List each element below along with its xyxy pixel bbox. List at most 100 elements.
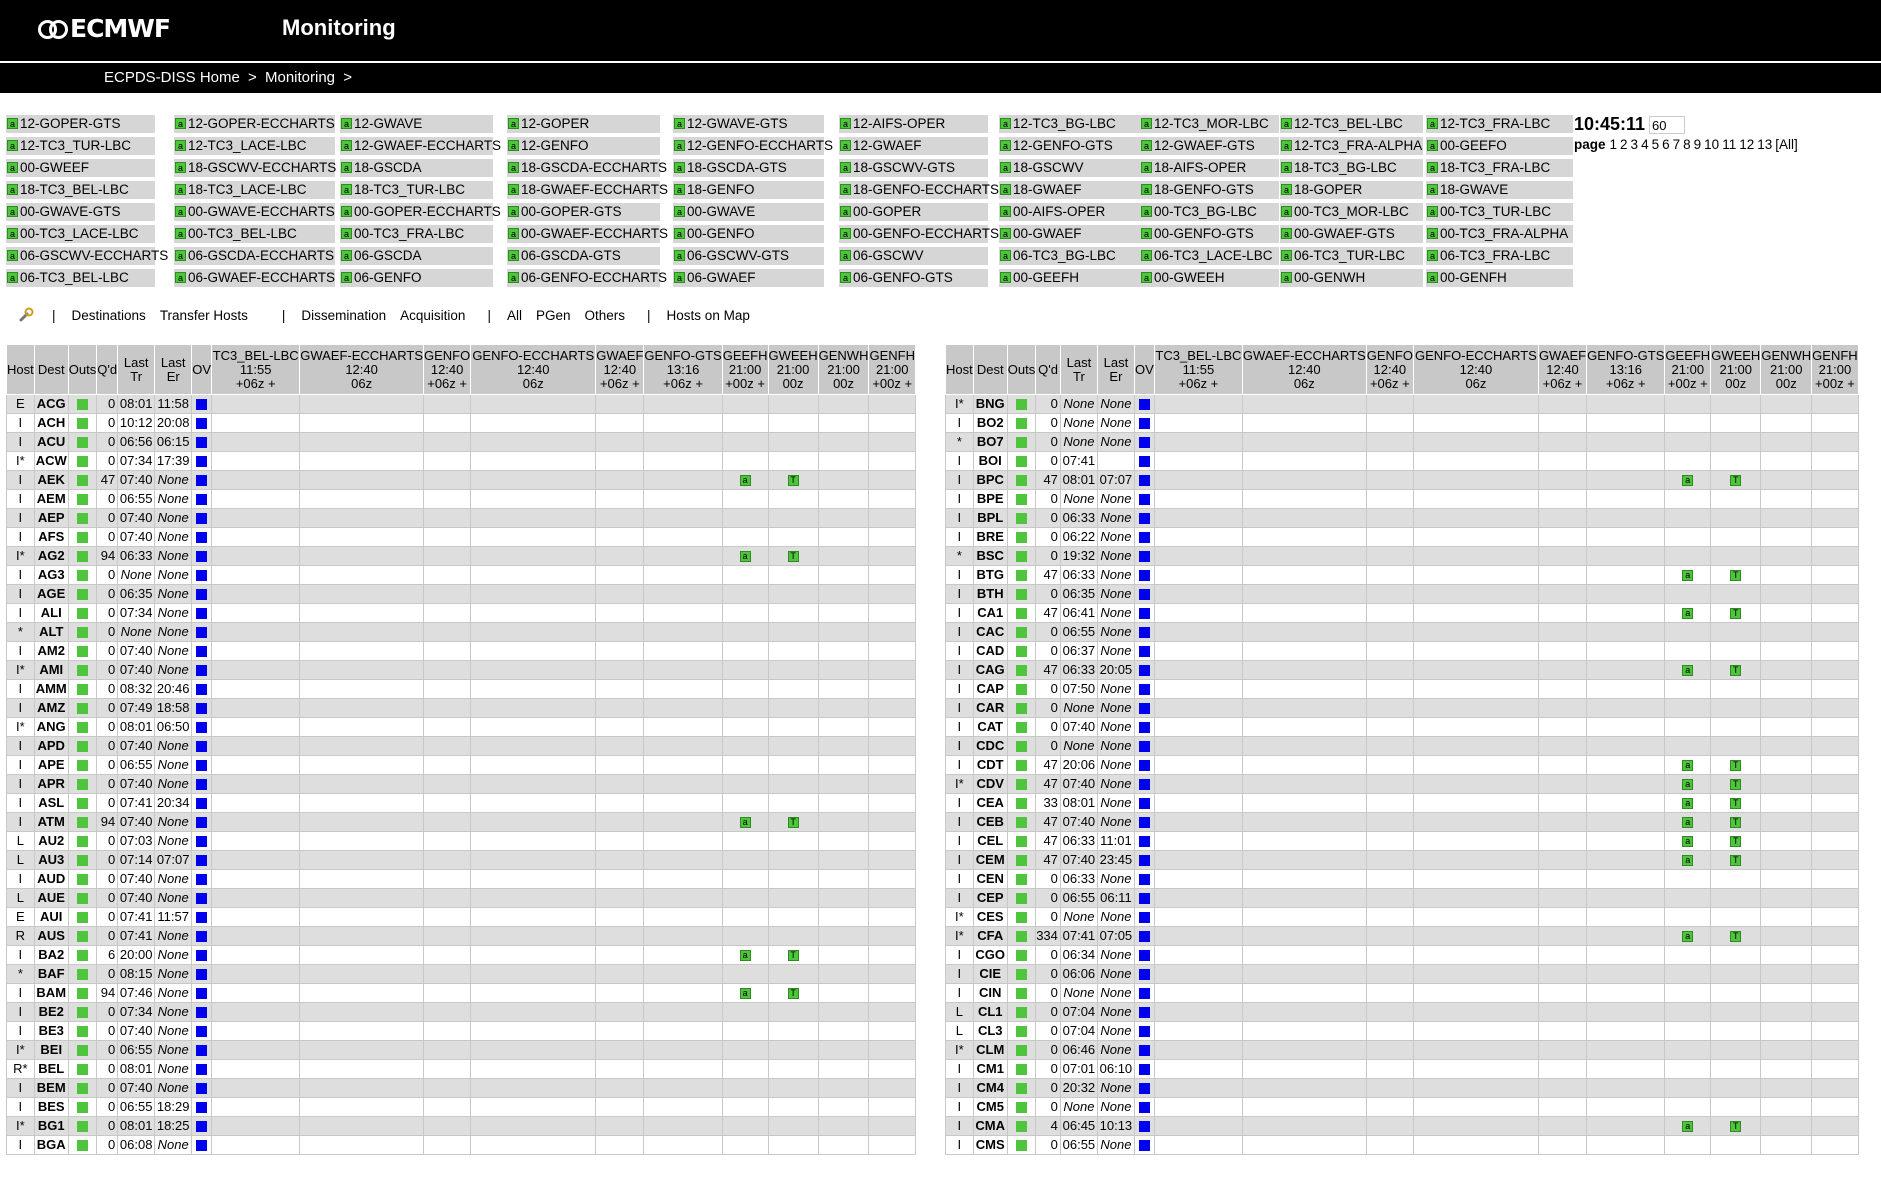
product-status-cell[interactable] xyxy=(595,584,645,604)
product-status-cell[interactable] xyxy=(1365,812,1414,832)
product-status-cell[interactable] xyxy=(1586,584,1666,604)
product-status-cell[interactable]: T xyxy=(767,470,819,490)
product-item[interactable]: a 00-TC3_LACE-LBC xyxy=(6,225,155,243)
product-status-cell[interactable] xyxy=(1586,432,1666,452)
page-link[interactable]: 9 xyxy=(1694,137,1702,152)
product-status-cell[interactable] xyxy=(422,508,472,528)
ov-status[interactable] xyxy=(191,755,213,775)
product-status-cell[interactable] xyxy=(1365,1059,1414,1079)
product-status-cell[interactable] xyxy=(470,1059,597,1079)
product-status-cell[interactable] xyxy=(1811,774,1859,794)
product-status-cell[interactable] xyxy=(1241,1097,1367,1117)
product-status-cell[interactable] xyxy=(1811,926,1859,946)
product-status-cell[interactable] xyxy=(721,565,769,585)
product-item[interactable]: a 18-GSCWV-GTS xyxy=(839,159,988,177)
page-link[interactable]: 12 xyxy=(1739,137,1754,152)
outs-status[interactable] xyxy=(1006,1059,1037,1079)
product-status-cell[interactable] xyxy=(470,793,597,813)
product-status-cell[interactable] xyxy=(299,489,424,509)
destination-name[interactable]: APE xyxy=(33,755,69,775)
product-item[interactable]: a 00-GWEEF xyxy=(6,159,155,177)
product-item[interactable]: a 00-GWAEF xyxy=(999,225,1142,243)
product-item[interactable]: a 06-TC3_LACE-LBC xyxy=(1140,247,1279,265)
product-status-cell[interactable] xyxy=(1537,1002,1588,1022)
product-status-cell[interactable] xyxy=(767,1097,819,1117)
product-item[interactable]: a 06-TC3_BEL-LBC xyxy=(6,269,155,287)
product-status-cell[interactable] xyxy=(868,907,916,927)
product-status-cell[interactable] xyxy=(595,831,645,851)
product-item[interactable]: a 18-GWAEF xyxy=(999,181,1142,199)
product-status-cell[interactable] xyxy=(1241,945,1367,965)
product-status-cell[interactable] xyxy=(299,394,424,414)
product-status-cell[interactable] xyxy=(767,1002,819,1022)
product-status-cell[interactable] xyxy=(643,755,723,775)
product-status-cell[interactable]: a xyxy=(1664,755,1712,775)
product-status-cell[interactable]: a xyxy=(1664,831,1712,851)
product-status-cell[interactable] xyxy=(721,394,769,414)
ov-status[interactable] xyxy=(1133,1059,1155,1079)
product-status-cell[interactable] xyxy=(1586,1097,1666,1117)
ov-status[interactable] xyxy=(1133,660,1155,680)
ov-status[interactable] xyxy=(191,660,213,680)
product-status-cell[interactable] xyxy=(868,736,916,756)
outs-status[interactable] xyxy=(67,565,98,585)
column-header-queued[interactable]: Q'd xyxy=(96,344,119,395)
product-status-cell[interactable] xyxy=(470,907,597,927)
product-item[interactable]: a 00-TC3_FRA-ALPHA xyxy=(1426,225,1573,243)
product-status-cell[interactable] xyxy=(1153,926,1243,946)
product-column-header[interactable]: GENFO-ECCHARTS 12:40 06z xyxy=(1412,344,1539,395)
product-status-cell[interactable] xyxy=(643,508,723,528)
product-column-header[interactable]: GENWH 21:00 00z xyxy=(1760,344,1813,395)
product-status-cell[interactable] xyxy=(1153,1078,1243,1098)
product-status-cell[interactable] xyxy=(1241,622,1367,642)
product-status-cell[interactable] xyxy=(1365,850,1414,870)
product-status-cell[interactable] xyxy=(1586,869,1666,889)
product-status-cell[interactable] xyxy=(1537,1021,1588,1041)
outs-status[interactable] xyxy=(67,660,98,680)
product-status-cell[interactable] xyxy=(470,641,597,661)
product-status-cell[interactable] xyxy=(643,888,723,908)
product-status-cell[interactable] xyxy=(1153,945,1243,965)
product-status-cell[interactable] xyxy=(299,413,424,433)
dissemination-link[interactable]: Dissemination xyxy=(301,308,386,323)
product-status-cell[interactable] xyxy=(1760,983,1813,1003)
product-status-cell[interactable] xyxy=(1664,451,1712,471)
product-status-cell[interactable] xyxy=(1760,698,1813,718)
product-status-cell[interactable] xyxy=(1365,888,1414,908)
destination-name[interactable]: APR xyxy=(33,774,69,794)
page-link[interactable]: 5 xyxy=(1652,137,1660,152)
product-status-cell[interactable] xyxy=(643,964,723,984)
outs-status[interactable] xyxy=(67,850,98,870)
product-status-cell[interactable] xyxy=(643,1002,723,1022)
product-status-cell[interactable] xyxy=(211,717,301,737)
outs-status[interactable] xyxy=(1006,451,1037,471)
all-link[interactable]: All xyxy=(507,308,522,323)
product-status-cell[interactable] xyxy=(299,1059,424,1079)
destination-name[interactable]: AUE xyxy=(33,888,69,908)
product-status-cell[interactable] xyxy=(595,489,645,509)
product-status-cell[interactable] xyxy=(211,527,301,547)
product-status-cell[interactable] xyxy=(1153,831,1243,851)
product-column-header[interactable]: TC3_BEL-LBC 11:55 +06z + xyxy=(211,344,301,395)
outs-status[interactable] xyxy=(1006,622,1037,642)
outs-status[interactable] xyxy=(1006,812,1037,832)
product-status-cell[interactable]: a xyxy=(1664,850,1712,870)
product-status-cell[interactable] xyxy=(767,394,819,414)
product-status-cell[interactable] xyxy=(299,470,424,490)
product-status-cell[interactable] xyxy=(1537,907,1588,927)
product-status-cell[interactable] xyxy=(1811,812,1859,832)
product-status-cell[interactable] xyxy=(1412,1002,1539,1022)
product-status-cell[interactable] xyxy=(1537,1116,1588,1136)
destination-name[interactable]: CIN xyxy=(972,983,1008,1003)
product-status-cell[interactable] xyxy=(299,812,424,832)
product-status-cell[interactable]: a xyxy=(721,983,769,1003)
product-item[interactable]: a 00-GOPER-GTS xyxy=(507,203,660,221)
product-status-cell[interactable] xyxy=(817,850,870,870)
product-status-cell[interactable] xyxy=(595,1059,645,1079)
page-link[interactable]: 10 xyxy=(1704,137,1719,152)
product-status-cell[interactable] xyxy=(817,489,870,509)
outs-status[interactable] xyxy=(67,489,98,509)
product-status-cell[interactable] xyxy=(470,527,597,547)
product-status-cell[interactable] xyxy=(721,584,769,604)
product-status-cell[interactable] xyxy=(422,1059,472,1079)
